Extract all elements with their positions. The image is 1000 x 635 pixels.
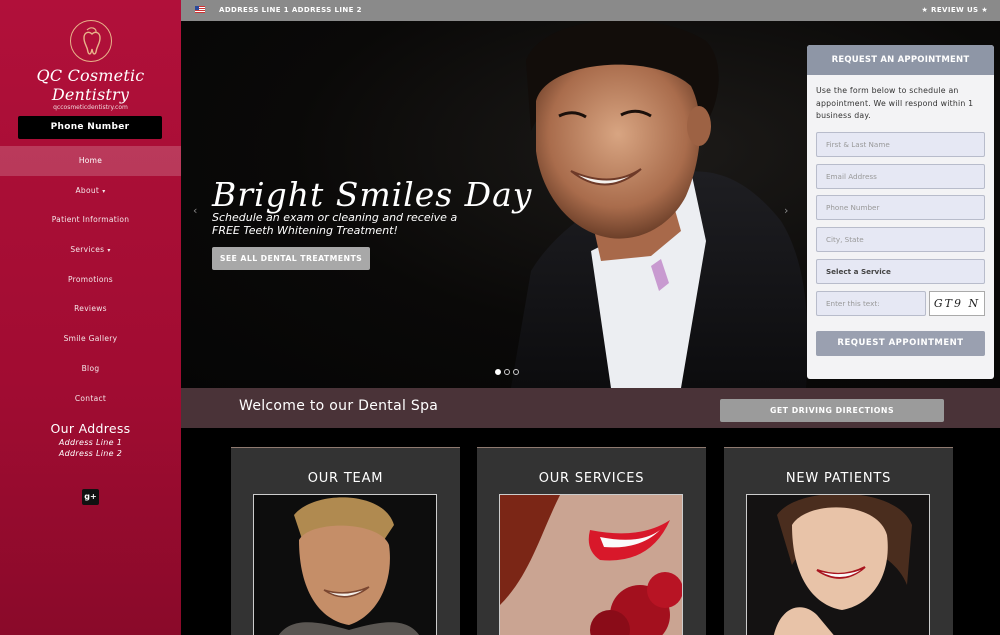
nav-label: Home [78, 156, 103, 165]
card-title: NEW PATIENTS [785, 471, 892, 486]
us-flag-icon [195, 6, 205, 13]
address-title: Our Address [50, 421, 131, 436]
nav-item-patient-information[interactable]: Patient Information [0, 205, 181, 235]
nav-item-services[interactable]: Services ▾ [0, 235, 181, 265]
nav-label: Promotions [67, 274, 114, 284]
nav-label: About [75, 185, 100, 195]
hero-title: Bright Smiles Day [212, 175, 533, 214]
phone-field[interactable]: Phone Number [816, 195, 985, 220]
nav-label: Patient Information [51, 215, 130, 225]
form-intro: Use the form below to schedule an appoin… [816, 86, 974, 121]
see-all-treatments-button[interactable]: SEE ALL DENTAL TREATMENTS [212, 247, 370, 270]
sidebar-address: Our Address Address Line 1 Address Line … [0, 421, 181, 458]
nav-item-smile-gallery[interactable]: Smile Gallery [0, 324, 181, 354]
topbar-address: ADDRESS LINE 1 ADDRESS LINE 2 [219, 6, 362, 14]
card-our-team[interactable]: OUR TEAM [231, 447, 460, 635]
welcome-band: Welcome to our Dental Spa GET DRIVING DI… [181, 388, 1000, 428]
team-photo[interactable] [253, 494, 437, 635]
top-bar: ADDRESS LINE 1 ADDRESS LINE 2 ★ REVIEW U… [181, 0, 1000, 21]
review-us-link[interactable]: ★ REVIEW US ★ [922, 0, 988, 21]
captcha-image: GT9 N [929, 291, 985, 316]
logo[interactable]: QC Cosmetic Dentistry qccosmeticdentistr… [0, 20, 181, 111]
card-our-services[interactable]: OUR SERVICES [477, 447, 706, 635]
nav-item-reviews[interactable]: Reviews [0, 294, 181, 324]
service-select[interactable]: Select a Service [816, 259, 985, 284]
welcome-heading: Welcome to our Dental Spa [239, 398, 439, 414]
slider-dots [495, 360, 522, 379]
nav-item-home[interactable]: Home [0, 146, 181, 176]
address-line-1: Address Line 1 [58, 438, 123, 447]
captcha-input[interactable]: Enter this text: [816, 291, 926, 316]
name-field[interactable]: First & Last Name [816, 132, 985, 157]
nav-label: Contact [74, 393, 107, 403]
nav-item-about[interactable]: About ▾ [0, 176, 181, 206]
nav-label: Services [70, 245, 105, 255]
nav-item-contact[interactable]: Contact [0, 384, 181, 414]
phone-number-button[interactable]: Phone Number [18, 116, 162, 139]
nav-item-blog[interactable]: Blog [0, 354, 181, 384]
slider-dot[interactable] [513, 369, 519, 375]
google-plus-icon[interactable]: g+ [82, 489, 99, 505]
slider-dot[interactable] [504, 369, 510, 375]
address-line-2: Address Line 2 [58, 449, 123, 458]
request-appointment-button[interactable]: REQUEST APPOINTMENT [816, 331, 985, 356]
sidebar-nav: Home About ▾ Patient Information Services… [0, 146, 181, 413]
new-patients-photo[interactable] [746, 494, 930, 635]
driving-directions-button[interactable]: GET DRIVING DIRECTIONS [720, 399, 944, 422]
logo-name: QC Cosmetic Dentistry [36, 66, 145, 104]
slider-next-icon[interactable]: › [784, 204, 788, 217]
slider-dot[interactable] [495, 369, 501, 375]
services-photo[interactable] [499, 494, 683, 635]
logo-tooth-icon [69, 20, 112, 62]
slider-prev-icon[interactable]: ‹ [193, 204, 197, 217]
nav-label: Reviews [74, 304, 107, 314]
city-field[interactable]: City, State [816, 227, 985, 252]
nav-label: Smile Gallery [63, 334, 118, 344]
card-title: OUR TEAM [307, 471, 384, 486]
caret-down-icon: ▾ [107, 247, 111, 255]
sidebar: QC Cosmetic Dentistry qccosmeticdentistr… [0, 0, 181, 635]
form-heading: REQUEST AN APPOINTMENT [807, 45, 994, 75]
card-new-patients[interactable]: NEW PATIENTS [724, 447, 953, 635]
email-field[interactable]: Email Address [816, 164, 985, 189]
caret-down-icon: ▾ [102, 187, 106, 195]
logo-url: qccosmeticdentistry.com [53, 104, 128, 111]
feature-cards: OUR TEAM OUR SERVICES NEW PATIENTS [181, 428, 1000, 635]
card-title: OUR SERVICES [538, 471, 645, 486]
hero-subtitle: Schedule an exam or cleaning and receive… [212, 211, 458, 237]
appointment-form: REQUEST AN APPOINTMENT Use the form belo… [807, 45, 994, 379]
nav-label: Blog [81, 363, 100, 373]
nav-item-promotions[interactable]: Promotions [0, 265, 181, 295]
